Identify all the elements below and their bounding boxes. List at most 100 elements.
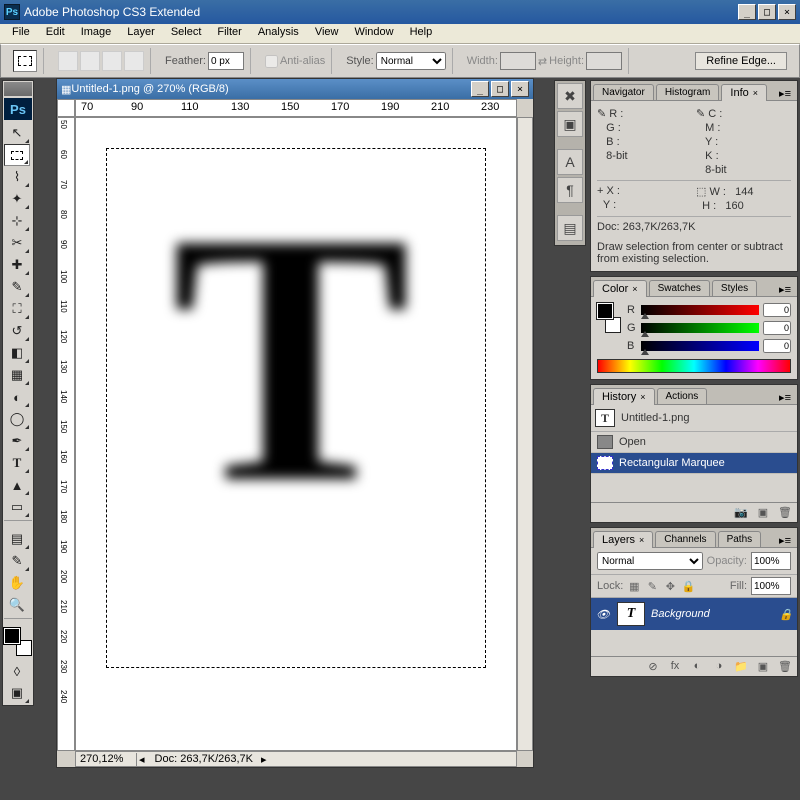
gradient-tool[interactable]: ▦ (4, 364, 30, 386)
link-layers-icon[interactable]: ⊘ (645, 660, 661, 674)
shape-tool[interactable]: ▭ (4, 496, 30, 518)
ruler-horizontal[interactable]: 7090110130150170190210230 (75, 99, 517, 117)
zoom-tool[interactable]: 🔍 (4, 594, 30, 616)
delete-layer-icon[interactable]: 🗑 (777, 660, 793, 674)
lock-position-icon[interactable]: ✥ (663, 580, 677, 593)
doc-maximize-button[interactable]: □ (491, 81, 509, 97)
tab-actions[interactable]: Actions (657, 388, 708, 404)
zoom-display[interactable]: 270,12% (76, 753, 136, 765)
ruler-origin[interactable] (57, 99, 75, 117)
ruler-vertical[interactable]: 5060708090100110120130140150160170180190… (57, 117, 75, 751)
panel-menu-icon[interactable]: ▸≡ (773, 87, 797, 100)
lasso-tool[interactable]: ⌇ (4, 166, 30, 188)
blur-tool[interactable]: ◐ (4, 386, 30, 408)
tab-swatches[interactable]: Swatches (649, 280, 710, 296)
tab-paths[interactable]: Paths (718, 531, 762, 547)
eyedropper-tool[interactable]: ✎ (4, 550, 30, 572)
blend-mode-select[interactable]: Normal (597, 552, 703, 570)
tab-navigator[interactable]: Navigator (593, 84, 654, 100)
path-select-tool[interactable]: ▲ (4, 474, 30, 496)
marquee-tool[interactable] (4, 144, 30, 166)
screenmode-toggle[interactable]: ▣ (4, 682, 30, 704)
current-tool-icon[interactable] (13, 50, 37, 72)
type-tool[interactable]: T (4, 452, 30, 474)
red-input[interactable] (763, 303, 791, 317)
new-state-icon[interactable]: ▣ (755, 506, 771, 520)
brushes-panel-icon[interactable]: ✖ (557, 83, 583, 109)
scrollbar-vertical[interactable] (517, 117, 533, 751)
color-panel-swatch[interactable] (597, 303, 621, 333)
doc-close-button[interactable]: × (511, 81, 529, 97)
history-item[interactable]: Open (591, 432, 797, 453)
panel-menu-icon[interactable]: ▸≡ (773, 391, 797, 404)
layer-mask-icon[interactable]: ◐ (689, 660, 705, 674)
feather-input[interactable] (208, 52, 244, 70)
foreground-color-swatch[interactable] (4, 628, 20, 644)
healing-tool[interactable]: ✚ (4, 254, 30, 276)
paragraph-panel-icon[interactable]: ¶ (557, 177, 583, 203)
menu-layer[interactable]: Layer (119, 24, 163, 43)
menu-edit[interactable]: Edit (38, 24, 73, 43)
refine-edge-button[interactable]: Refine Edge... (695, 52, 787, 70)
crop-tool[interactable]: ⊹ (4, 210, 30, 232)
green-slider[interactable] (641, 323, 759, 333)
selection-add-icon[interactable] (80, 51, 100, 71)
menu-filter[interactable]: Filter (209, 24, 249, 43)
tab-histogram[interactable]: Histogram (656, 84, 720, 100)
lock-all-icon[interactable]: 🔒 (681, 580, 695, 593)
maximize-button[interactable]: □ (758, 4, 776, 20)
eraser-tool[interactable]: ◧ (4, 342, 30, 364)
notes-tool[interactable]: ▤ (4, 528, 30, 550)
blue-input[interactable] (763, 339, 791, 353)
menu-view[interactable]: View (307, 24, 347, 43)
character-panel-icon[interactable]: A (557, 149, 583, 175)
red-slider[interactable] (641, 305, 759, 315)
layer-style-icon[interactable]: fx (667, 660, 683, 674)
opacity-input[interactable] (751, 552, 791, 570)
selection-marquee[interactable] (106, 148, 486, 668)
close-button[interactable]: × (778, 4, 796, 20)
delete-state-icon[interactable]: 🗑 (777, 506, 793, 520)
magic-wand-tool[interactable]: ✦ (4, 188, 30, 210)
visibility-icon[interactable]: 👁 (595, 608, 611, 621)
adjustment-layer-icon[interactable]: ◑ (711, 660, 727, 674)
move-tool[interactable]: ↖ (4, 122, 30, 144)
foreground-background-swatch[interactable] (4, 628, 32, 656)
fill-input[interactable] (751, 577, 791, 595)
scrollbar-horizontal[interactable]: 270,12% ◂ Doc: 263,7K/263,7K ▸ (75, 751, 517, 767)
lock-pixels-icon[interactable]: ✎ (645, 580, 659, 593)
canvas[interactable]: T (75, 117, 517, 751)
tab-info[interactable]: Info× (721, 84, 767, 101)
layer-row[interactable]: 👁 T Background 🔒 (591, 598, 797, 630)
stamp-tool[interactable]: ⛶ (4, 298, 30, 320)
tab-channels[interactable]: Channels (655, 531, 715, 547)
pen-tool[interactable]: ✒ (4, 430, 30, 452)
blue-slider[interactable] (641, 341, 759, 351)
style-select[interactable]: Normal (376, 52, 446, 70)
doc-minimize-button[interactable]: _ (471, 81, 489, 97)
clone-panel-icon[interactable]: ▣ (557, 111, 583, 137)
layer-thumbnail[interactable]: T (617, 602, 645, 626)
color-spectrum[interactable] (597, 359, 791, 373)
menu-window[interactable]: Window (346, 24, 401, 43)
selection-intersect-icon[interactable] (124, 51, 144, 71)
toolbox-grip[interactable] (4, 82, 32, 96)
selection-subtract-icon[interactable] (102, 51, 122, 71)
document-titlebar[interactable]: ▦ Untitled-1.png @ 270% (RGB/8) _ □ × (57, 79, 533, 99)
menu-help[interactable]: Help (402, 24, 441, 43)
tab-layers[interactable]: Layers× (593, 531, 653, 548)
brush-tool[interactable]: ✎ (4, 276, 30, 298)
green-input[interactable] (763, 321, 791, 335)
history-snapshot-thumb[interactable]: T (595, 409, 615, 427)
menu-image[interactable]: Image (73, 24, 120, 43)
dodge-tool[interactable]: ◯ (4, 408, 30, 430)
tab-history[interactable]: History× (593, 388, 655, 405)
selection-new-icon[interactable] (58, 51, 78, 71)
history-brush-tool[interactable]: ↺ (4, 320, 30, 342)
menu-file[interactable]: File (4, 24, 38, 43)
new-snapshot-icon[interactable]: 📷 (733, 506, 749, 520)
new-layer-icon[interactable]: ▣ (755, 660, 771, 674)
history-item[interactable]: Rectangular Marquee (591, 453, 797, 474)
menu-select[interactable]: Select (163, 24, 210, 43)
menu-analysis[interactable]: Analysis (250, 24, 307, 43)
